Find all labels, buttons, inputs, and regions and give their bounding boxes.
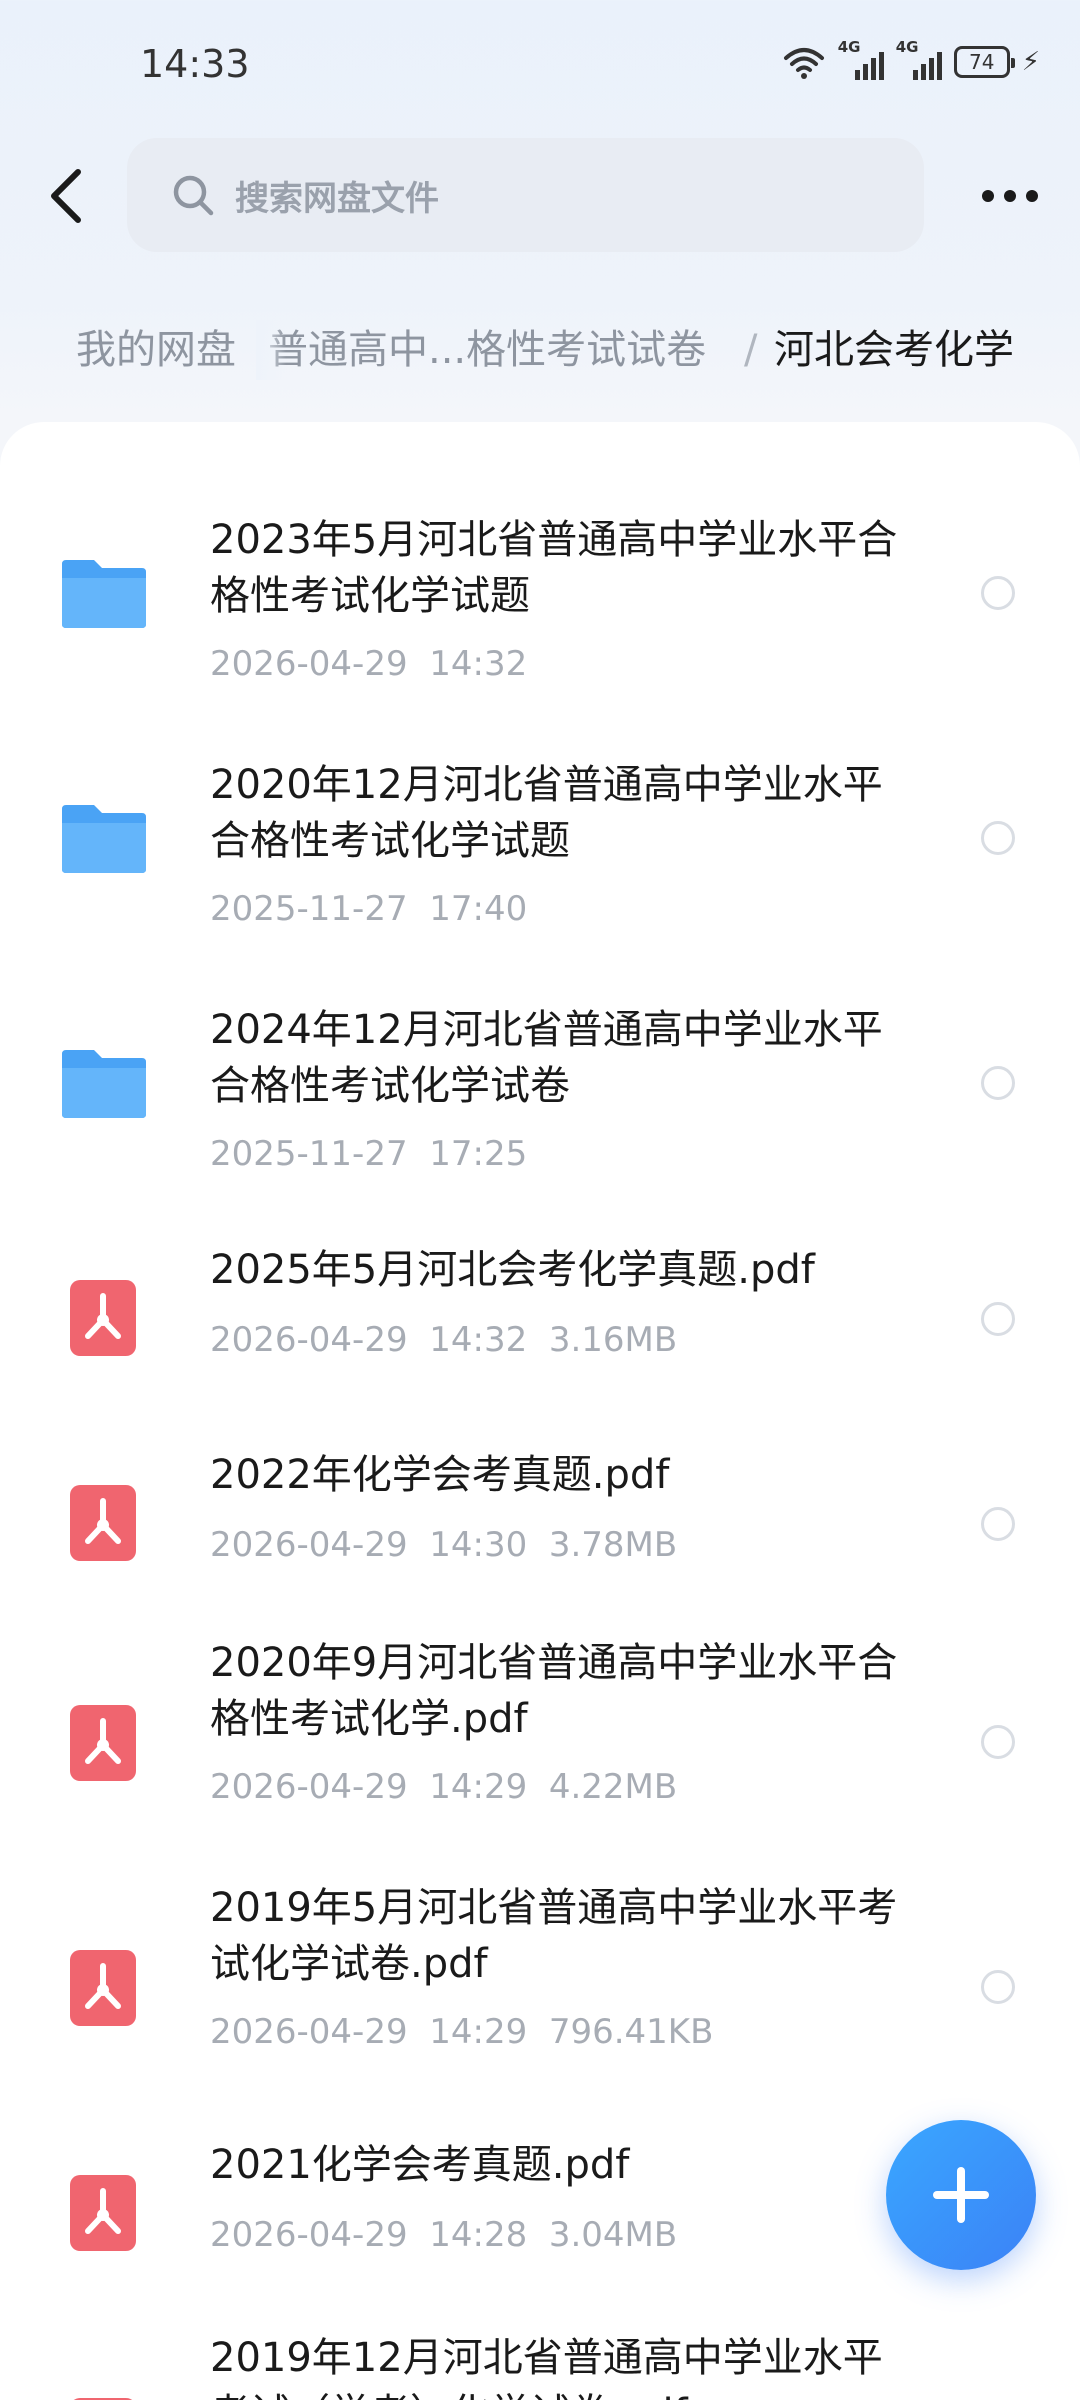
file-row[interactable]: 2023年5月河北省普通高中学业水平合格性考试化学试题 2026-04-29 1… bbox=[0, 482, 1080, 702]
file-row[interactable]: 2019年5月河北省普通高中学业水平考试化学试卷.pdf 2026-04-29 … bbox=[0, 1872, 1080, 2092]
search-placeholder: 搜索网盘文件 bbox=[235, 178, 439, 219]
battery-icon: 74 bbox=[953, 46, 1015, 78]
select-checkbox[interactable] bbox=[981, 1970, 1015, 2004]
file-time: 14:28 bbox=[429, 2215, 528, 2255]
breadcrumb-root[interactable]: 我的网盘 bbox=[76, 320, 236, 380]
file-row[interactable]: 2022年化学会考真题.pdf 2026-04-29 14:30 3.78MB bbox=[0, 1427, 1080, 1607]
select-checkbox[interactable] bbox=[981, 1302, 1015, 1336]
file-row[interactable]: 2020年12月河北省普通高中学业水平合格性考试化学试题 2025-11-27 … bbox=[0, 727, 1080, 947]
select-checkbox[interactable] bbox=[981, 821, 1015, 855]
breadcrumb-middle[interactable]: 普通高中...格性考试试卷 bbox=[268, 320, 706, 380]
pdf-icon bbox=[70, 1950, 136, 2026]
file-time: 14:32 bbox=[429, 644, 528, 684]
more-options-button[interactable] bbox=[970, 166, 1050, 226]
battery-level: 74 bbox=[969, 50, 995, 74]
add-button[interactable] bbox=[886, 2120, 1036, 2270]
status-time: 14:33 bbox=[140, 42, 250, 86]
file-meta: 2025-11-27 17:40 bbox=[210, 889, 527, 929]
file-size: 3.16MB bbox=[548, 1320, 678, 1360]
breadcrumb-fade bbox=[256, 320, 286, 380]
file-meta: 2026-04-29 14:29 796.41KB bbox=[210, 2012, 713, 2052]
file-date: 2025-11-27 bbox=[210, 1134, 408, 1174]
file-date: 2026-04-29 bbox=[210, 2012, 408, 2052]
file-row[interactable]: 2024年12月河北省普通高中学业水平合格性考试化学试卷 2025-11-27 … bbox=[0, 972, 1080, 1192]
pdf-icon bbox=[70, 1280, 136, 1356]
file-size: 3.78MB bbox=[548, 1525, 678, 1565]
file-name: 2025年5月河北会考化学真题.pdf bbox=[210, 1247, 815, 1293]
file-row[interactable]: 2020年9月河北省普通高中学业水平合格性考试化学.pdf 2026-04-29… bbox=[0, 1627, 1080, 1847]
file-time: 14:30 bbox=[429, 1525, 528, 1565]
file-meta: 2026-04-29 14:28 3.04MB bbox=[210, 2215, 677, 2255]
breadcrumb-current: 河北会考化学 bbox=[774, 327, 1014, 373]
file-name: 2023年5月河北省普通高中学业水平合格性考试化学试题 bbox=[210, 517, 898, 619]
select-checkbox[interactable] bbox=[981, 1507, 1015, 1541]
file-name: 2022年化学会考真题.pdf bbox=[210, 1452, 670, 1498]
more-dot bbox=[1004, 190, 1016, 202]
file-list: 2023年5月河北省普通高中学业水平合格性考试化学试题 2026-04-29 1… bbox=[0, 422, 1080, 2400]
select-checkbox[interactable] bbox=[981, 576, 1015, 610]
folder-icon bbox=[62, 805, 146, 873]
file-name: 2024年12月河北省普通高中学业水平合格性考试化学试卷 bbox=[210, 1007, 883, 1109]
wifi-icon bbox=[783, 48, 824, 79]
file-meta: 2026-04-29 14:29 4.22MB bbox=[210, 1767, 677, 1807]
file-time: 14:29 bbox=[429, 1767, 528, 1807]
select-checkbox[interactable] bbox=[981, 1066, 1015, 1100]
search-icon bbox=[173, 175, 214, 216]
pdf-icon bbox=[70, 1485, 136, 1561]
file-time: 14:29 bbox=[429, 2012, 528, 2052]
search-input[interactable]: 搜索网盘文件 bbox=[127, 138, 924, 252]
file-size: 3.04MB bbox=[548, 2215, 678, 2255]
file-date: 2026-04-29 bbox=[210, 2215, 408, 2255]
folder-icon bbox=[62, 1050, 146, 1118]
plus-icon bbox=[933, 2167, 989, 2223]
breadcrumb-separator: / bbox=[744, 327, 758, 373]
charging-icon: ⚡ bbox=[1021, 47, 1040, 77]
file-time: 17:40 bbox=[429, 889, 528, 929]
file-name: 2019年5月河北省普通高中学业水平考试化学试卷.pdf bbox=[210, 1885, 898, 1987]
more-dots-icon bbox=[982, 190, 994, 202]
pdf-icon bbox=[70, 2175, 136, 2251]
file-meta: 2026-04-29 14:30 3.78MB bbox=[210, 1525, 677, 1565]
pdf-icon bbox=[70, 1705, 136, 1781]
file-meta: 2026-04-29 14:32 bbox=[210, 644, 527, 684]
status-icons: 4G 4G 74 ⚡ bbox=[782, 38, 1040, 80]
breadcrumb: 普通高中...格性考试试卷 我的网盘 / 河北会考化学 bbox=[0, 320, 1080, 380]
file-date: 2026-04-29 bbox=[210, 1320, 408, 1360]
file-date: 2026-04-29 bbox=[210, 1767, 408, 1807]
status-bar: 14:33 4G 4G 74 ⚡ bbox=[0, 0, 1080, 130]
more-dot bbox=[1026, 190, 1038, 202]
file-time: 14:32 bbox=[429, 1320, 528, 1360]
file-date: 2026-04-29 bbox=[210, 644, 408, 684]
file-size: 4.22MB bbox=[548, 1767, 678, 1807]
file-row[interactable]: 2019年12月河北省普通高中学业水平考试（学考）化学试卷.pdf bbox=[0, 2322, 1080, 2400]
file-name: 2020年9月河北省普通高中学业水平合格性考试化学.pdf bbox=[210, 1640, 898, 1742]
folder-icon bbox=[62, 560, 146, 628]
file-date: 2026-04-29 bbox=[210, 1525, 408, 1565]
file-name: 2020年12月河北省普通高中学业水平合格性考试化学试题 bbox=[210, 762, 883, 864]
file-time: 17:25 bbox=[429, 1134, 528, 1174]
cell-signal-1-icon: 4G bbox=[838, 38, 884, 80]
file-meta: 2026-04-29 14:32 3.16MB bbox=[210, 1320, 677, 1360]
chevron-left-icon bbox=[51, 169, 81, 223]
file-date: 2025-11-27 bbox=[210, 889, 408, 929]
select-checkbox[interactable] bbox=[981, 1725, 1015, 1759]
cell-signal-2-icon: 4G bbox=[896, 38, 942, 80]
back-button[interactable] bbox=[38, 160, 94, 232]
file-row[interactable]: 2025年5月河北会考化学真题.pdf 2026-04-29 14:32 3.1… bbox=[0, 1222, 1080, 1402]
file-meta: 2025-11-27 17:25 bbox=[210, 1134, 527, 1174]
file-name: 2021化学会考真题.pdf bbox=[210, 2142, 630, 2188]
file-size: 796.41KB bbox=[548, 2012, 714, 2052]
file-name: 2019年12月河北省普通高中学业水平考试（学考）化学试卷.pdf bbox=[210, 2335, 883, 2400]
